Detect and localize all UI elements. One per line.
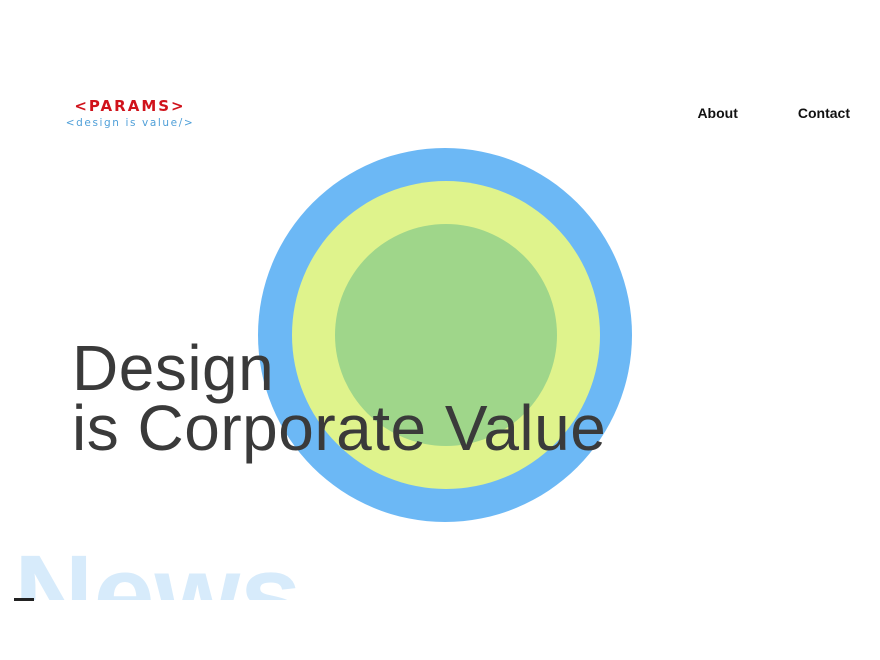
- site-logo[interactable]: <PARAMS> <design is value/>: [60, 97, 200, 130]
- logo-tagline: <design is value/>: [65, 117, 195, 129]
- logo-name: <PARAMS>: [74, 97, 186, 115]
- hero-heading: Design is Corporate Value: [72, 332, 607, 464]
- hero-circle-graphic: [258, 148, 632, 522]
- main-nav: About Contact: [697, 104, 850, 122]
- news-watermark-text: News: [14, 540, 301, 600]
- nav-link-contact[interactable]: Contact: [798, 104, 850, 122]
- news-heading-marker: [14, 598, 34, 601]
- hero-heading-line-1: Design: [72, 332, 275, 404]
- news-section-watermark: News: [14, 540, 344, 600]
- nav-link-about[interactable]: About: [697, 104, 737, 122]
- hero-heading-line-2: is Corporate Value: [72, 392, 607, 464]
- site-header: <PARAMS> <design is value/> About Contac…: [0, 0, 880, 150]
